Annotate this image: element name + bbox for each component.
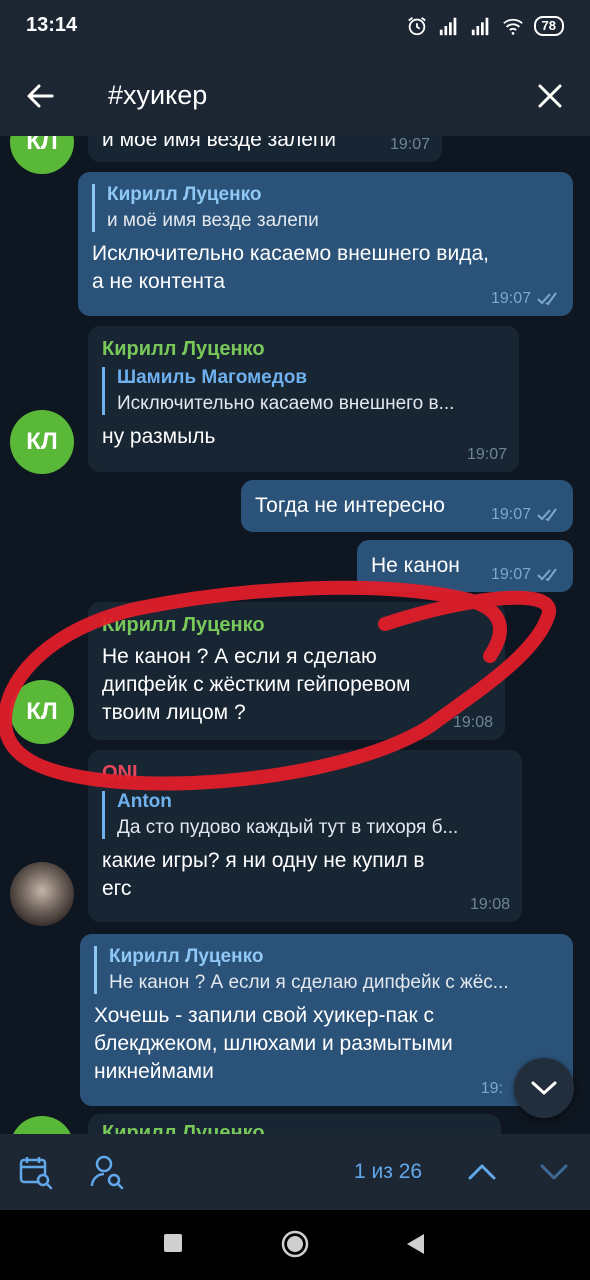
system-navigation-bar — [0, 1210, 590, 1280]
sender-name[interactable]: Кирилл Луценко — [102, 1122, 487, 1134]
reply-text: Не канон ? А если я сделаю дипфейк с жёс… — [109, 972, 509, 993]
avatar[interactable]: КЛ — [10, 136, 74, 174]
message-bubble[interactable]: Кирилл Луценко Не канон ? А если я сдела… — [80, 934, 573, 1106]
message-bubble[interactable]: Не канон 19:07 — [357, 540, 573, 592]
reply-quote[interactable]: Кирилл Луценко Не канон ? А если я сдела… — [94, 946, 559, 994]
reply-quote[interactable]: Кирилл Луценко и моё имя везде залепи — [92, 184, 559, 232]
message-time: 19:08 — [452, 714, 493, 731]
search-navigation-bar: 1 из 26 — [0, 1134, 590, 1210]
home-button[interactable] — [281, 1230, 309, 1258]
back-button[interactable] — [404, 1232, 426, 1256]
message-time: 19:07 — [491, 506, 561, 524]
scroll-down-button[interactable] — [514, 1058, 574, 1118]
wifi-icon — [502, 18, 523, 35]
chevron-up-icon[interactable] — [464, 1154, 500, 1190]
recents-button[interactable] — [162, 1232, 184, 1254]
message-bubble[interactable]: Кирилл Луценко Шамиль Магомедов Исключит… — [88, 326, 519, 472]
reply-author: Anton — [117, 791, 172, 812]
double-check-icon — [537, 568, 557, 582]
message-time: 19:07 — [389, 136, 430, 153]
signal-icon — [471, 17, 488, 36]
chevron-down-icon[interactable] — [536, 1154, 572, 1190]
reply-quote[interactable]: Anton Да сто пудово каждый тут в тихоря … — [102, 791, 508, 839]
avatar[interactable] — [10, 862, 74, 926]
status-bar: 13:14 78 — [0, 0, 590, 54]
search-result-counter: 1 из 26 — [354, 1160, 423, 1183]
avatar[interactable]: КЛ — [10, 680, 74, 744]
message-time: 19:08 — [469, 896, 510, 913]
message-time: 19:07 — [491, 290, 561, 308]
message-time: 19: — [480, 1080, 503, 1097]
message-text: Не канон ? А если я сделаю дипфейк с жёс… — [102, 645, 411, 724]
reply-author: Шамиль Магомедов — [117, 367, 308, 388]
signal-icon — [439, 17, 456, 36]
message-bubble[interactable]: ONI Anton Да сто пудово каждый тут в тих… — [88, 750, 522, 922]
sender-name[interactable]: Кирилл Луценко — [102, 614, 491, 637]
message-bubble[interactable]: Кирилл Луценко Не канон ? А если я сдела… — [88, 602, 505, 740]
message-text: Исключительно касаемо внешнего вида, а н… — [92, 242, 489, 293]
message-list[interactable]: КЛ и мое имя везде залепи 19:07 Кирилл Л… — [0, 136, 590, 1134]
chevron-down-icon — [531, 1081, 557, 1095]
message-text: ну размыль — [102, 425, 216, 448]
alarm-icon — [407, 17, 426, 36]
message-bubble[interactable]: и мое имя везде залепи 19:07 — [88, 136, 442, 162]
double-check-icon — [537, 508, 557, 522]
user-search-icon[interactable] — [90, 1154, 126, 1190]
battery-icon: 78 — [533, 16, 564, 36]
avatar-initials: КЛ — [26, 428, 58, 455]
message-time: 19:07 — [466, 446, 507, 463]
search-input[interactable]: #хуикер — [108, 80, 207, 111]
arrow-left-icon[interactable] — [22, 78, 58, 114]
reply-text: Да сто пудово каждый тут в тихоря б... — [117, 817, 459, 838]
status-time: 13:14 — [26, 14, 78, 36]
calendar-search-icon[interactable] — [18, 1154, 54, 1190]
avatar[interactable] — [10, 1116, 74, 1134]
message-bubble[interactable]: Тогда не интересно 19:07 — [241, 480, 573, 532]
reply-text: Исключительно касаемо внешнего в... — [117, 393, 455, 414]
message-bubble[interactable]: Кирилл Луценко — [88, 1114, 501, 1134]
message-time: 19:07 — [491, 566, 561, 584]
close-icon[interactable] — [532, 78, 568, 114]
avatar-initials: КЛ — [26, 698, 58, 725]
avatar[interactable]: КЛ — [10, 410, 74, 474]
reply-quote[interactable]: Шамиль Магомедов Исключительно касаемо в… — [102, 367, 505, 415]
reply-author: Кирилл Луценко — [109, 946, 264, 967]
avatar-initials: КЛ — [26, 136, 58, 155]
message-bubble[interactable]: Кирилл Луценко и моё имя везде залепи Ис… — [78, 172, 573, 316]
message-text: какие игры? я ни одну не купил в егс — [102, 849, 425, 900]
reply-author: Кирилл Луценко — [107, 184, 262, 205]
status-icons: 78 — [406, 15, 564, 37]
sender-name[interactable]: Кирилл Луценко — [102, 338, 505, 361]
sender-name[interactable]: ONI — [102, 762, 508, 785]
search-header: #хуикер — [0, 54, 590, 136]
reply-text: и моё имя везде залепи — [107, 210, 319, 231]
message-text: и мое имя везде залепи — [102, 136, 336, 151]
message-text: Хочешь - запили свой хуикер-пак с блекдж… — [94, 1004, 453, 1083]
double-check-icon — [537, 292, 557, 306]
